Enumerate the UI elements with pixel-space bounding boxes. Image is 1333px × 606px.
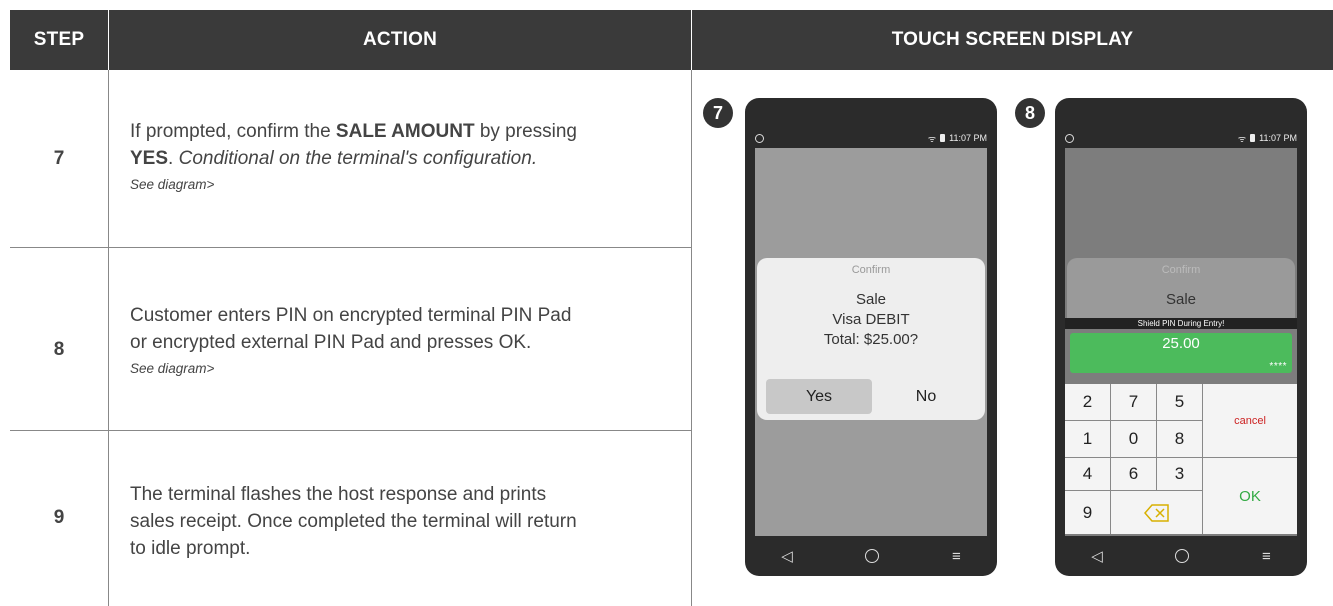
header-step: STEP <box>10 10 108 70</box>
home-icon[interactable] <box>1175 549 1190 563</box>
cancel-key[interactable]: cancel <box>1203 384 1297 458</box>
status-time: 11:07 PM <box>1259 133 1297 143</box>
see-diagram-link[interactable]: See diagram> <box>130 358 700 380</box>
step-7-badge: 7 <box>703 98 733 128</box>
key-1[interactable]: 1 <box>1065 421 1111 458</box>
header-action: ACTION <box>109 10 691 70</box>
home-icon[interactable] <box>865 549 880 563</box>
key-6[interactable]: 6 <box>1111 458 1157 491</box>
grid-line <box>10 247 691 248</box>
terminal-screen-8: ᯤ 11:07 PM Confirm Sale Shield PIN Durin… <box>1055 98 1307 576</box>
key-4[interactable]: 4 <box>1065 458 1111 491</box>
step-number-8: 8 <box>53 339 65 360</box>
wifi-icon: ᯤ <box>927 133 937 144</box>
action-text-8: Customer enters PIN on encrypted termina… <box>130 302 700 380</box>
dialog-line: Visa DEBIT <box>832 311 910 328</box>
back-icon[interactable]: ◁ <box>781 547 793 565</box>
key-2[interactable]: 2 <box>1065 384 1111 421</box>
see-diagram-link[interactable]: See diagram> <box>130 174 700 196</box>
key-0[interactable]: 0 <box>1111 421 1157 458</box>
battery-icon <box>1250 134 1256 142</box>
header-display: TOUCH SCREEN DISPLAY <box>692 10 1333 70</box>
key-5[interactable]: 5 <box>1157 384 1203 421</box>
dialog-title: Confirm <box>851 264 891 276</box>
nav-bar: ◁ ≡ <box>1055 544 1307 568</box>
pin-amount: 25.00 <box>1162 335 1200 352</box>
dialog-line: Total: $25.00? <box>823 331 919 348</box>
key-3[interactable]: 3 <box>1157 458 1203 491</box>
action-text-9: The terminal flashes the host response a… <box>130 484 577 559</box>
clock-icon <box>755 133 764 143</box>
dialog-line: Sale <box>1165 291 1197 308</box>
ok-key[interactable]: OK <box>1203 458 1297 534</box>
screen-area: Confirm Sale Visa DEBIT Total: $25.00? Y… <box>755 148 987 536</box>
action-text-7: If prompted, confirm the SALE AMOUNT by … <box>130 118 700 196</box>
backspace-key[interactable] <box>1111 491 1203 534</box>
menu-icon[interactable]: ≡ <box>952 548 961 565</box>
pin-keypad: 2 7 5 cancel 1 0 8 4 6 3 OK 9 <box>1065 384 1297 534</box>
no-button[interactable]: No <box>873 379 979 414</box>
step-8-badge: 8 <box>1015 98 1045 128</box>
status-time: 11:07 PM <box>949 133 987 143</box>
key-9[interactable]: 9 <box>1065 491 1111 534</box>
status-bar: ᯤ 11:07 PM <box>1065 130 1297 146</box>
yes-button[interactable]: Yes <box>766 379 872 414</box>
grid-line <box>108 70 109 606</box>
pin-entry-field[interactable]: 25.00 **** <box>1070 333 1292 373</box>
terminal-screen-7: ᯤ 11:07 PM Confirm Sale Visa DEBIT Total… <box>745 98 997 576</box>
wifi-icon: ᯤ <box>1237 133 1247 144</box>
step-number-7: 7 <box>53 148 65 169</box>
dialog-title: Confirm <box>1161 264 1201 276</box>
battery-icon <box>940 134 946 142</box>
screen-area: Confirm Sale Shield PIN During Entry! 25… <box>1065 148 1297 536</box>
status-bar: ᯤ 11:07 PM <box>755 130 987 146</box>
key-8[interactable]: 8 <box>1157 421 1203 458</box>
back-icon[interactable]: ◁ <box>1091 547 1103 565</box>
grid-line <box>10 430 691 431</box>
pin-mask: **** <box>1269 361 1287 372</box>
backspace-icon <box>1143 503 1169 522</box>
confirm-dialog: Confirm Sale Visa DEBIT Total: $25.00? Y… <box>757 258 985 420</box>
nav-bar: ◁ ≡ <box>745 544 997 568</box>
clock-icon <box>1065 133 1074 143</box>
dialog-line: Sale <box>855 291 887 308</box>
key-7[interactable]: 7 <box>1111 384 1157 421</box>
menu-icon[interactable]: ≡ <box>1262 548 1271 565</box>
shield-pin-banner: Shield PIN During Entry! <box>1065 318 1297 329</box>
step-number-9: 9 <box>53 507 65 528</box>
